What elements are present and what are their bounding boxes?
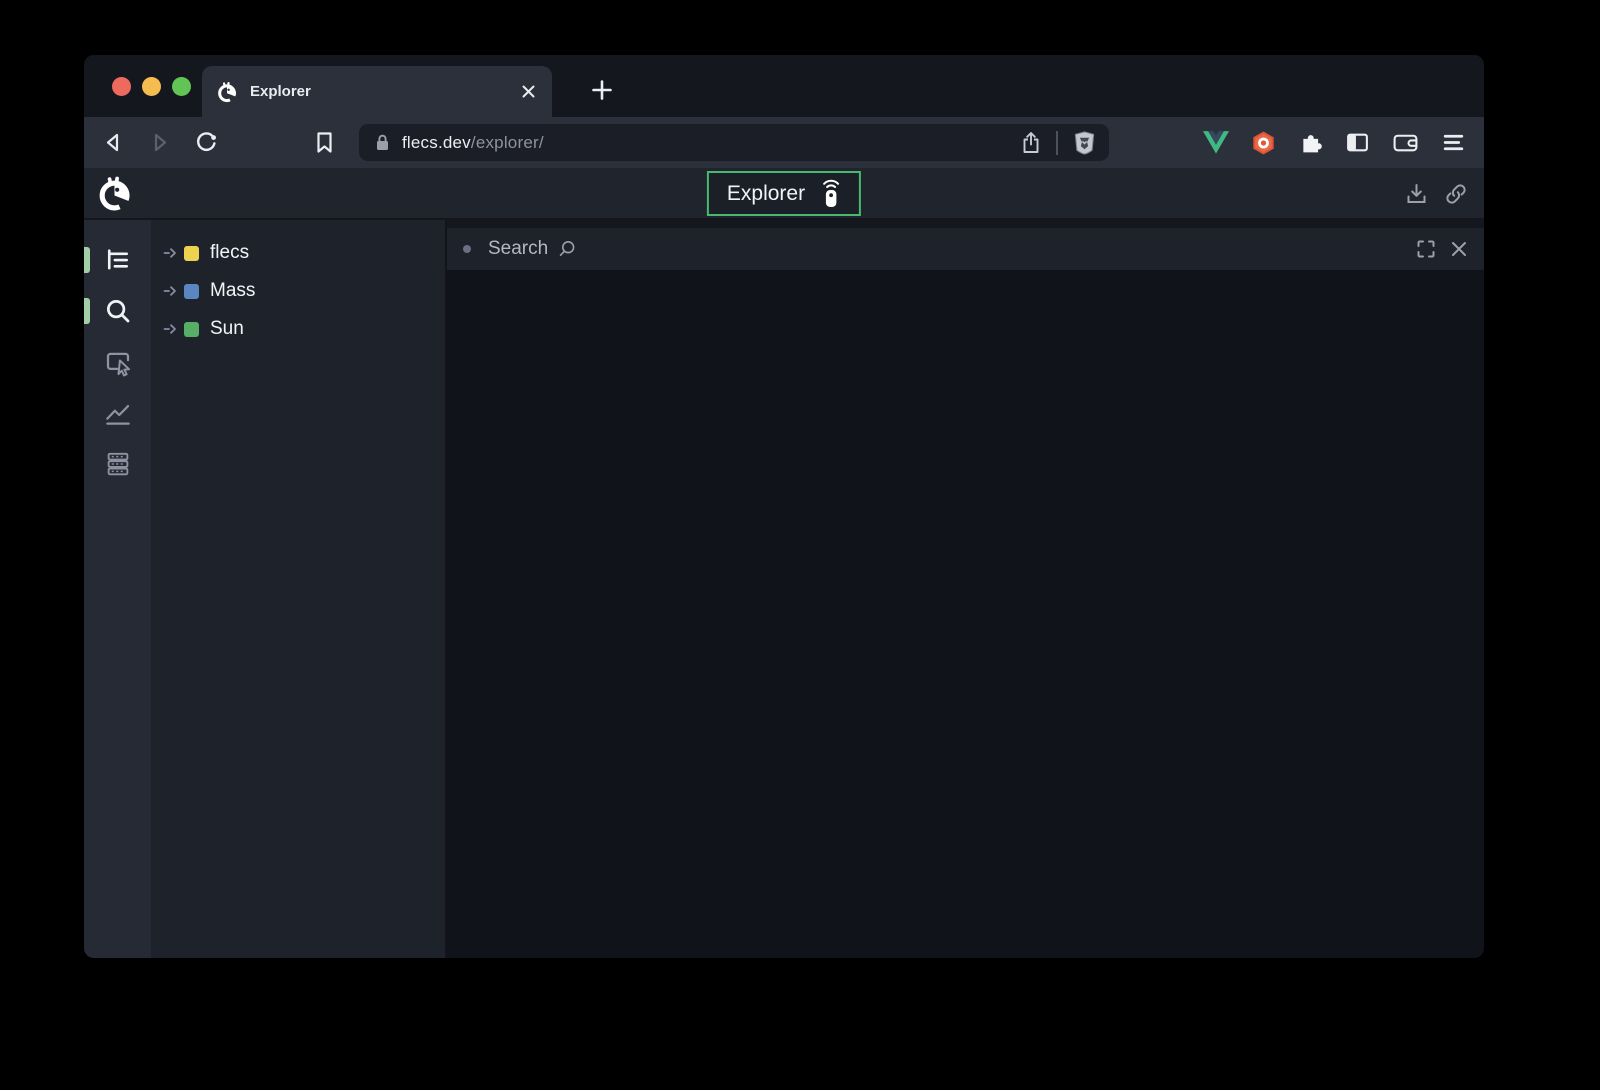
vue-devtools-extension-icon[interactable] [1203,131,1229,154]
browser-window: Explorer [84,55,1484,958]
app-body: flecs Mass Sun [84,220,1484,958]
reload-icon[interactable] [194,131,218,155]
zoom-window-button[interactable] [172,77,191,96]
app-header: Explorer [84,168,1484,220]
sidebar-toggle-icon[interactable] [1345,130,1370,155]
extensions-puzzle-icon[interactable] [1298,130,1323,155]
tree-row[interactable]: flecs [151,234,445,272]
extensions-group [1203,130,1466,156]
titlebar: Explorer [84,55,1484,117]
tree-view-icon[interactable] [103,245,133,275]
panel-gap [447,220,1484,228]
brave-shield-icon[interactable] [1072,130,1097,156]
link-icon[interactable] [1444,182,1468,206]
tab-close-icon[interactable] [521,84,536,99]
entity-tree-panel: flecs Mass Sun [151,220,445,958]
active-indicator [84,298,90,324]
browser-toolbar: flecs.dev/explorer/ [84,117,1484,168]
app-title: Explorer [727,182,805,206]
tree-item-label[interactable]: Sun [210,318,244,340]
bookmark-icon[interactable] [314,131,335,154]
search-panel-title: Search [488,238,548,260]
download-icon[interactable] [1405,182,1428,206]
lock-icon [375,134,390,151]
url-text: flecs.dev/explorer/ [402,133,544,153]
table-view-icon[interactable] [103,449,133,479]
url-domain: flecs.dev [402,133,471,152]
tree-item-label[interactable]: Mass [210,280,255,302]
urlbar-divider [1056,131,1058,155]
entity-color-swatch [184,322,199,337]
close-window-button[interactable] [112,77,131,96]
tree-row[interactable]: Mass [151,272,445,310]
minimize-window-button[interactable] [142,77,161,96]
search-icon [557,239,577,259]
inspect-view-icon[interactable] [103,347,133,377]
tree-row[interactable]: Sun [151,310,445,348]
traffic-lights [112,77,191,96]
share-icon[interactable] [1020,131,1042,155]
tab-title: Explorer [250,83,311,100]
menu-icon[interactable] [1441,131,1466,154]
close-panel-icon[interactable] [1450,240,1468,258]
remote-connection-icon [818,179,844,209]
search-panel-header: Search [447,228,1484,270]
flecs-logo[interactable] [96,175,133,212]
chart-view-icon[interactable] [103,398,133,428]
url-path: /explorer/ [471,133,544,152]
browser-tab[interactable]: Explorer [202,66,552,117]
address-bar[interactable]: flecs.dev/explorer/ [359,124,1109,161]
tree-item-label[interactable]: flecs [210,242,249,264]
flecs-favicon-icon [216,81,238,103]
search-view-icon[interactable] [103,296,133,326]
expander-arrow-icon[interactable] [163,245,179,261]
search-panel: Search [445,220,1484,958]
app-title-box[interactable]: Explorer [707,171,861,216]
entity-color-swatch [184,246,199,261]
wallet-icon[interactable] [1392,130,1419,155]
back-icon[interactable] [102,131,125,154]
view-sidebar [84,220,151,958]
expander-arrow-icon[interactable] [163,321,179,337]
entity-color-swatch [184,284,199,299]
forward-icon[interactable] [148,131,171,154]
fullscreen-icon[interactable] [1416,239,1436,259]
status-dot [463,245,471,253]
app-header-actions [1405,182,1468,206]
expander-arrow-icon[interactable] [163,283,179,299]
active-indicator [84,247,90,273]
search-results-area[interactable] [447,270,1484,958]
new-tab-button[interactable] [590,78,614,102]
hexagon-extension-icon[interactable] [1251,130,1276,156]
